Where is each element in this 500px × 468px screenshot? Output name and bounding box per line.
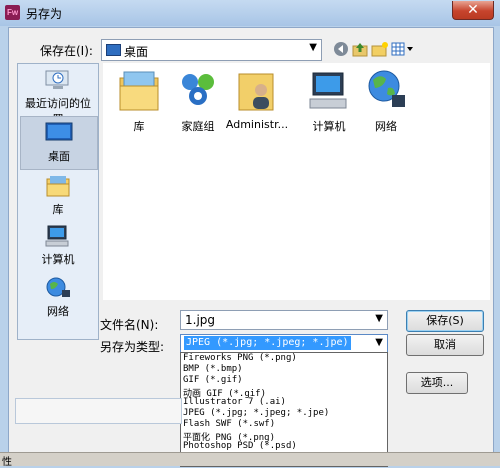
file-list-view: 库 家庭组 Administr... 计算机 网络: [103, 63, 490, 300]
computer-icon: [307, 68, 351, 114]
place-network[interactable]: 网络: [20, 276, 96, 319]
network-icon: [44, 276, 72, 300]
file-item-administrator[interactable]: Administr...: [221, 68, 293, 131]
file-label: 网络: [375, 120, 397, 133]
user-folder-icon: [235, 68, 279, 114]
chevron-down-icon: ▼: [309, 42, 317, 53]
status-text: 性: [2, 457, 12, 468]
location-value: 桌面: [124, 45, 149, 59]
filename-input[interactable]: 1.jpg ▼: [180, 310, 388, 330]
filename-value: 1.jpg: [185, 313, 216, 327]
place-libraries[interactable]: 库: [20, 174, 96, 217]
dropdown-option[interactable]: Illustrator 7 (.ai): [181, 397, 387, 408]
places-bar: 最近访问的位置 桌面 库 计算机 网络: [17, 63, 99, 340]
dropdown-option[interactable]: Flash SWF (*.swf): [181, 419, 387, 430]
options-button[interactable]: 选项...: [406, 372, 468, 394]
place-computer[interactable]: 计算机: [20, 224, 96, 267]
preview-panel: [15, 398, 182, 424]
filetype-select[interactable]: JPEG (*.jpg; *.jpeg; *.jpe) ▼: [180, 334, 388, 354]
new-folder-icon[interactable]: [371, 41, 388, 57]
status-bar: 性: [0, 452, 500, 468]
chevron-down-icon[interactable]: ▼: [375, 337, 383, 348]
filetype-value: JPEG (*.jpg; *.jpeg; *.jpe): [184, 336, 351, 350]
place-label: 桌面: [48, 150, 70, 163]
up-folder-icon[interactable]: [352, 41, 368, 57]
homegroup-icon: [176, 68, 220, 114]
place-label: 网络: [47, 305, 69, 318]
view-menu-icon[interactable]: [391, 41, 415, 57]
computer-icon: [44, 224, 72, 248]
place-desktop[interactable]: 桌面: [20, 116, 98, 170]
filename-label: 文件名(N):: [100, 318, 159, 332]
close-button[interactable]: ✕: [452, 1, 494, 20]
filetype-label: 另存为类型:: [100, 340, 165, 354]
recent-places-icon: [44, 68, 72, 92]
place-label: 库: [52, 203, 64, 216]
libraries-icon: [44, 174, 72, 198]
dropdown-option[interactable]: 动画 GIF (*.gif): [181, 386, 387, 399]
dropdown-option[interactable]: GIF (*.gif): [181, 375, 387, 386]
fireworks-app-icon: Fw: [5, 5, 20, 20]
file-item-network[interactable]: 网络: [350, 68, 422, 134]
dropdown-option[interactable]: Fireworks PNG (*.png): [181, 353, 387, 364]
file-label: Administr...: [225, 118, 289, 131]
window-title: 另存为: [26, 7, 63, 21]
filetype-dropdown: Fireworks PNG (*.png) BMP (*.bmp) GIF (*.g…: [180, 352, 388, 467]
dropdown-option[interactable]: Photoshop PSD (*.psd): [181, 441, 387, 452]
place-label: 计算机: [41, 253, 75, 266]
save-in-label: 保存在(I):: [40, 44, 93, 58]
dropdown-option[interactable]: 平面化 PNG (*.png): [181, 430, 387, 443]
chevron-down-icon[interactable]: ▼: [375, 313, 383, 324]
save-button[interactable]: 保存(S): [406, 310, 484, 332]
location-combo[interactable]: 桌面 ▼: [101, 39, 322, 61]
desktop-icon: [45, 121, 73, 145]
cancel-button[interactable]: 取消: [406, 334, 484, 356]
libraries-icon: [117, 68, 161, 114]
desktop-icon: [106, 44, 121, 56]
title-bar: Fw 另存为 ✕: [0, 0, 500, 26]
dropdown-option[interactable]: JPEG (*.jpg; *.jpeg; *.jpe): [181, 408, 387, 419]
network-icon: [364, 68, 408, 114]
back-icon[interactable]: [333, 41, 349, 57]
dropdown-option[interactable]: BMP (*.bmp): [181, 364, 387, 375]
